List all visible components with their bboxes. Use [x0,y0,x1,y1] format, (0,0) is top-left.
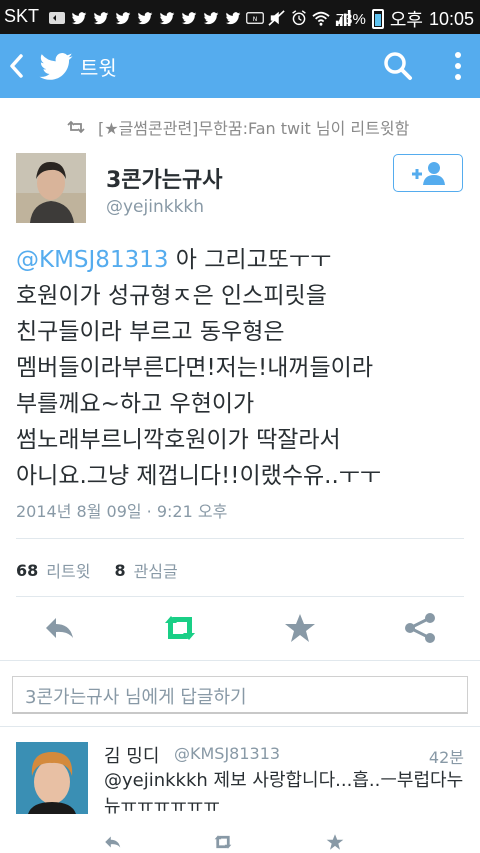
twitter-notification-icon [137,12,153,25]
wifi-icon [312,11,330,26]
status-right: 73% 오후 10:05 [336,6,474,32]
twitter-notification-icon [159,12,175,25]
app-bar: 트윗 [0,34,480,98]
status-bar: SKT N 73% 오후 10:05 [0,0,480,34]
reply-input[interactable]: 3콘가는규사 님에게 답글하기 [12,676,468,714]
notification-icon [49,12,65,24]
retweet-banner[interactable]: [★글썸콘관련]무한꿈:Fan twit 님이 리트윗함 [66,115,409,139]
divider [16,596,464,597]
page-title: 트윗 [80,56,117,80]
twitter-notification-icon [225,12,241,25]
twitter-notification-icon [93,12,109,25]
divider [16,538,464,539]
notification-icons: N [48,9,352,27]
reply-placeholder: 3콘가는규사 님에게 답글하기 [25,687,247,708]
retweet-banner-text: [★글썸콘관련]무한꿈:Fan twit 님이 리트윗함 [98,119,410,138]
tweet-text: @KMSJ81313 아 그리고또ㅜㅜ 호원이가 성규형ㅈ은 인스피릿을 친구들… [16,242,466,494]
tweet-line: 호원이가 성규형ㅈ은 인스피릿을 [16,283,327,309]
tweet-actions [0,610,480,650]
tweet-stats: 68 리트윗 8 관심글 [16,558,178,582]
reply-icon[interactable] [102,832,124,852]
retweet-count-label: 리트윗 [46,562,91,581]
twitter-notification-icon [115,12,131,25]
mention-link[interactable]: @KMSJ81313 [16,247,168,273]
search-icon[interactable] [382,50,414,82]
follow-button[interactable] [393,154,463,192]
tweet-date: 2014년 8월 09일 · 9:21 오후 [16,502,228,521]
tweet-line: @KMSJ81313 아 그리고또ㅜㅜ [16,242,466,278]
reply-avatar[interactable] [16,742,88,814]
mute-icon [268,10,285,26]
tweet-line-rest: 아 그리고또ㅜㅜ [168,247,332,273]
twitter-notification-icon [203,12,219,25]
divider [0,660,480,661]
nfc-icon: N [246,12,264,24]
twitter-notification-icon [181,12,197,25]
retweet-icon [67,120,85,134]
tweet-line: 부를께요~하고 우현이가 [16,391,255,417]
divider [0,726,480,727]
battery-icon [371,9,384,29]
time-ampm: 오후 [389,10,423,30]
time-label: 10:05 [428,8,474,29]
favorite-count[interactable]: 8 [114,561,125,580]
star-icon[interactable] [282,610,318,646]
svg-text:N: N [253,16,258,23]
share-icon[interactable] [402,610,438,646]
follow-icon [412,162,445,185]
reply-actions [0,830,480,852]
overflow-menu-icon[interactable] [454,50,462,82]
reply-text: @yejinkkkh 제보 사랑합니다...흡..ㅡ부럽다누뉴ㅠㅠㅠㅠㅠㅠ [104,770,464,817]
retweet-icon[interactable] [162,610,198,646]
reply-author-handle[interactable]: @KMSJ81313 [174,744,280,763]
battery-percent: 73% [335,10,366,28]
retweet-count[interactable]: 68 [16,561,38,580]
retweet-icon[interactable] [212,832,234,852]
twitter-notification-icon [71,12,87,25]
display-name[interactable]: 3콘가는규사 [106,162,223,194]
tweet-line: 멤버들이라부른다면!저는!내꺼들이라 [16,355,374,381]
avatar[interactable] [16,153,86,223]
star-icon[interactable] [324,832,346,852]
reply-author-name[interactable]: 김 밍디 [104,742,159,768]
tweet-line: 친구들이라 부르고 동우형은 [16,319,285,345]
tweet-line: 아니요.그냥 제껍니다!!이랬수유..ㅜㅜ [16,463,382,489]
tweet-line: 썸노래부르니깍호원이가 딱잘라서 [16,427,341,453]
back-icon[interactable] [8,52,24,80]
alarm-icon [292,10,306,26]
user-handle[interactable]: @yejinkkkh [106,197,204,217]
twitter-bird-icon[interactable] [38,48,74,84]
favorite-count-label: 관심글 [133,562,178,581]
reply-timestamp: 42분 [428,748,464,767]
carrier-label: SKT [4,6,40,26]
reply-icon[interactable] [42,610,78,646]
